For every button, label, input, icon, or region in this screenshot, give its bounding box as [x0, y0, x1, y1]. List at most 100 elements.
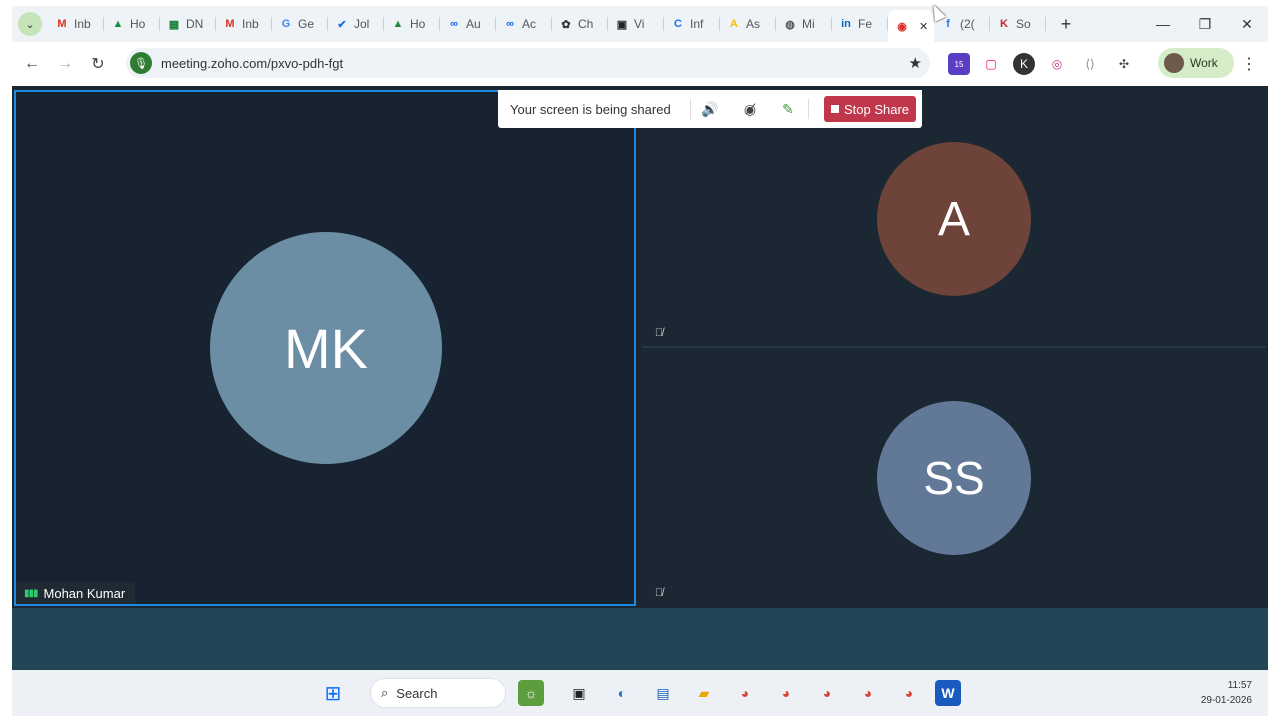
file-explorer-icon[interactable]: ▰: [691, 680, 717, 706]
browser-toolbar: ← → ↻ 🎙 meeting.zoho.com/pxvo-pdh-fgt ★ …: [12, 42, 1268, 86]
browser-tab[interactable]: M Inb: [48, 10, 104, 38]
google-ads-icon: A: [730, 18, 738, 30]
chrome-profile-icon[interactable]: ◕: [814, 680, 840, 706]
mic-muted-icon: 🎙̸: [654, 587, 664, 599]
app-k-icon: K: [1000, 18, 1008, 30]
stop-share-button[interactable]: Stop Share: [824, 96, 916, 122]
profile-button[interactable]: Work: [1158, 48, 1234, 78]
edge-browser-icon[interactable]: ◐: [609, 680, 635, 706]
url-text[interactable]: meeting.zoho.com/pxvo-pdh-fgt: [161, 56, 343, 71]
globe-icon: ◍: [785, 18, 795, 31]
browser-tab[interactable]: ▦ DN: [160, 10, 216, 38]
clock-time: 11:57: [1227, 680, 1252, 691]
browser-tab[interactable]: ▲ Ho: [104, 10, 160, 38]
reload-button[interactable]: ↻: [82, 48, 114, 80]
browser-tab[interactable]: ▲ Ho: [384, 10, 440, 38]
share-status-text: Your screen is being shared: [510, 101, 671, 117]
browser-tab[interactable]: ▣ Vi: [608, 10, 664, 38]
tab-title: Vi: [634, 17, 645, 31]
tab-title: Fe: [858, 17, 873, 31]
browser-menu-icon[interactable]: ⋮: [1238, 53, 1260, 75]
browser-tab[interactable]: ∞ Ac: [496, 10, 552, 38]
browser-tab[interactable]: G Ge: [272, 10, 328, 38]
forward-button[interactable]: →: [49, 48, 81, 80]
minimize-button[interactable]: —: [1142, 6, 1184, 42]
browser-tab[interactable]: ◍ Mi: [776, 10, 832, 38]
windows-start-icon[interactable]: ⊞: [320, 680, 346, 706]
meeting-bottom-bar: [12, 608, 1268, 670]
google-icon: G: [281, 18, 291, 30]
windows-taskbar: ⊞ ⌕ Search ☼ ▣ ◐ ▤ ▰ ◕ ◕ ◕ ◕ ◕ W 11:57 2…: [12, 670, 1268, 716]
microsoft-store-icon[interactable]: ▤: [650, 680, 676, 706]
profile-avatar: [1164, 53, 1184, 73]
tab-title: Inf: [690, 17, 704, 31]
task-view-icon[interactable]: ▣: [566, 680, 592, 706]
extension-k-icon[interactable]: K: [1013, 53, 1035, 75]
extension-camera-icon[interactable]: ▢: [980, 53, 1002, 75]
chatgpt-icon: ✿: [561, 18, 571, 31]
chrome-profile-icon[interactable]: ◕: [732, 680, 758, 706]
extension-code-icon[interactable]: ⟨⟩: [1079, 53, 1101, 75]
linkedin-icon: in: [841, 18, 851, 30]
microphone-in-use-icon[interactable]: 🎙: [130, 52, 152, 74]
participant-name: Mohan Kumar: [43, 585, 126, 601]
browser-tab[interactable]: A As: [720, 10, 776, 38]
browser-tab[interactable]: ◉ ✕: [888, 10, 934, 42]
browser-tab[interactable]: in Fe: [832, 10, 888, 38]
mic-muted-icon: 🎙̸: [654, 327, 664, 339]
taskbar-search[interactable]: ⌕ Search: [370, 678, 506, 708]
back-button[interactable]: ←: [16, 48, 48, 80]
gmail-icon: M: [225, 18, 235, 30]
chrome-profile-icon[interactable]: ◕: [855, 680, 881, 706]
stop-share-label: Stop Share: [843, 101, 910, 117]
avatar-a: A: [877, 142, 1031, 296]
google-drive-icon: ▲: [392, 18, 404, 30]
browser-tab[interactable]: C Inf: [664, 10, 720, 38]
video-app-icon: ▣: [616, 18, 628, 31]
google-sheets-icon: ▦: [168, 18, 180, 31]
annotate-pencil-icon[interactable]: ✎: [777, 98, 799, 120]
system-clock[interactable]: 11:57 29-01-2026: [1201, 678, 1252, 708]
tab-title: Ho: [410, 17, 426, 31]
tab-title: So: [1016, 17, 1031, 31]
new-tab-button[interactable]: +: [1054, 12, 1078, 36]
restore-button[interactable]: ❐: [1184, 6, 1226, 42]
browser-tab[interactable]: M Inb: [216, 10, 272, 38]
close-tab-icon[interactable]: ✕: [919, 20, 928, 33]
participant-name-tag: ▮▮▮ Mohan Kumar: [16, 582, 136, 604]
screen-share-bar: Your screen is being shared 🔊 ◉̸ ✎ Stop …: [498, 90, 922, 128]
profile-label: Work: [1190, 56, 1218, 70]
tab-search-dropdown-button[interactable]: ⌄: [18, 12, 42, 36]
tab-title: (2(: [960, 17, 975, 31]
tab-title: DN: [186, 17, 204, 31]
tile-divider: [642, 346, 1266, 348]
google-drive-icon: ▲: [112, 18, 124, 30]
chrome-icon[interactable]: ◕: [773, 680, 799, 706]
tab-title: Mi: [802, 17, 815, 31]
avatar-ss: SS: [877, 401, 1031, 555]
tab-title: Ch: [578, 17, 594, 31]
address-bar[interactable]: 🎙 meeting.zoho.com/pxvo-pdh-fgt ★: [126, 48, 930, 78]
browser-tab[interactable]: ✿ Ch: [552, 10, 608, 38]
audio-level-icon: ▮▮▮: [24, 587, 38, 599]
chrome-profile-icon[interactable]: ◕: [896, 680, 922, 706]
tabs-container: M Inb ▲ Ho ▦ DN M Inb G Ge ✔ Jol ▲ Ho ∞ Au ∞ Ac ✿ Ch ▣ Vi C Inf…: [48, 6, 1046, 42]
widgets-icon[interactable]: ☼: [518, 680, 544, 706]
browser-tab[interactable]: K So: [990, 10, 1046, 38]
search-label: Search: [396, 685, 438, 701]
word-icon[interactable]: W: [935, 680, 961, 706]
speaker-icon[interactable]: 🔊: [699, 98, 721, 120]
bookmark-star-icon[interactable]: ★: [909, 54, 922, 72]
gmail-icon: M: [57, 18, 67, 30]
extension-calendar-icon[interactable]: 15: [948, 53, 970, 75]
browser-tab[interactable]: ✔ Jol: [328, 10, 384, 38]
tab-title: As: [746, 17, 761, 31]
browser-tab[interactable]: ∞ Au: [440, 10, 496, 38]
extensions-puzzle-icon[interactable]: ✣: [1113, 53, 1135, 75]
extension-instagram-icon[interactable]: ◎: [1046, 53, 1068, 75]
close-window-button[interactable]: ✕: [1226, 6, 1268, 42]
checkmark-icon: ✔: [337, 18, 347, 31]
circle-c-icon: C: [674, 18, 682, 30]
hide-preview-icon[interactable]: ◉̸: [739, 98, 761, 120]
tab-title: Ho: [130, 17, 146, 31]
